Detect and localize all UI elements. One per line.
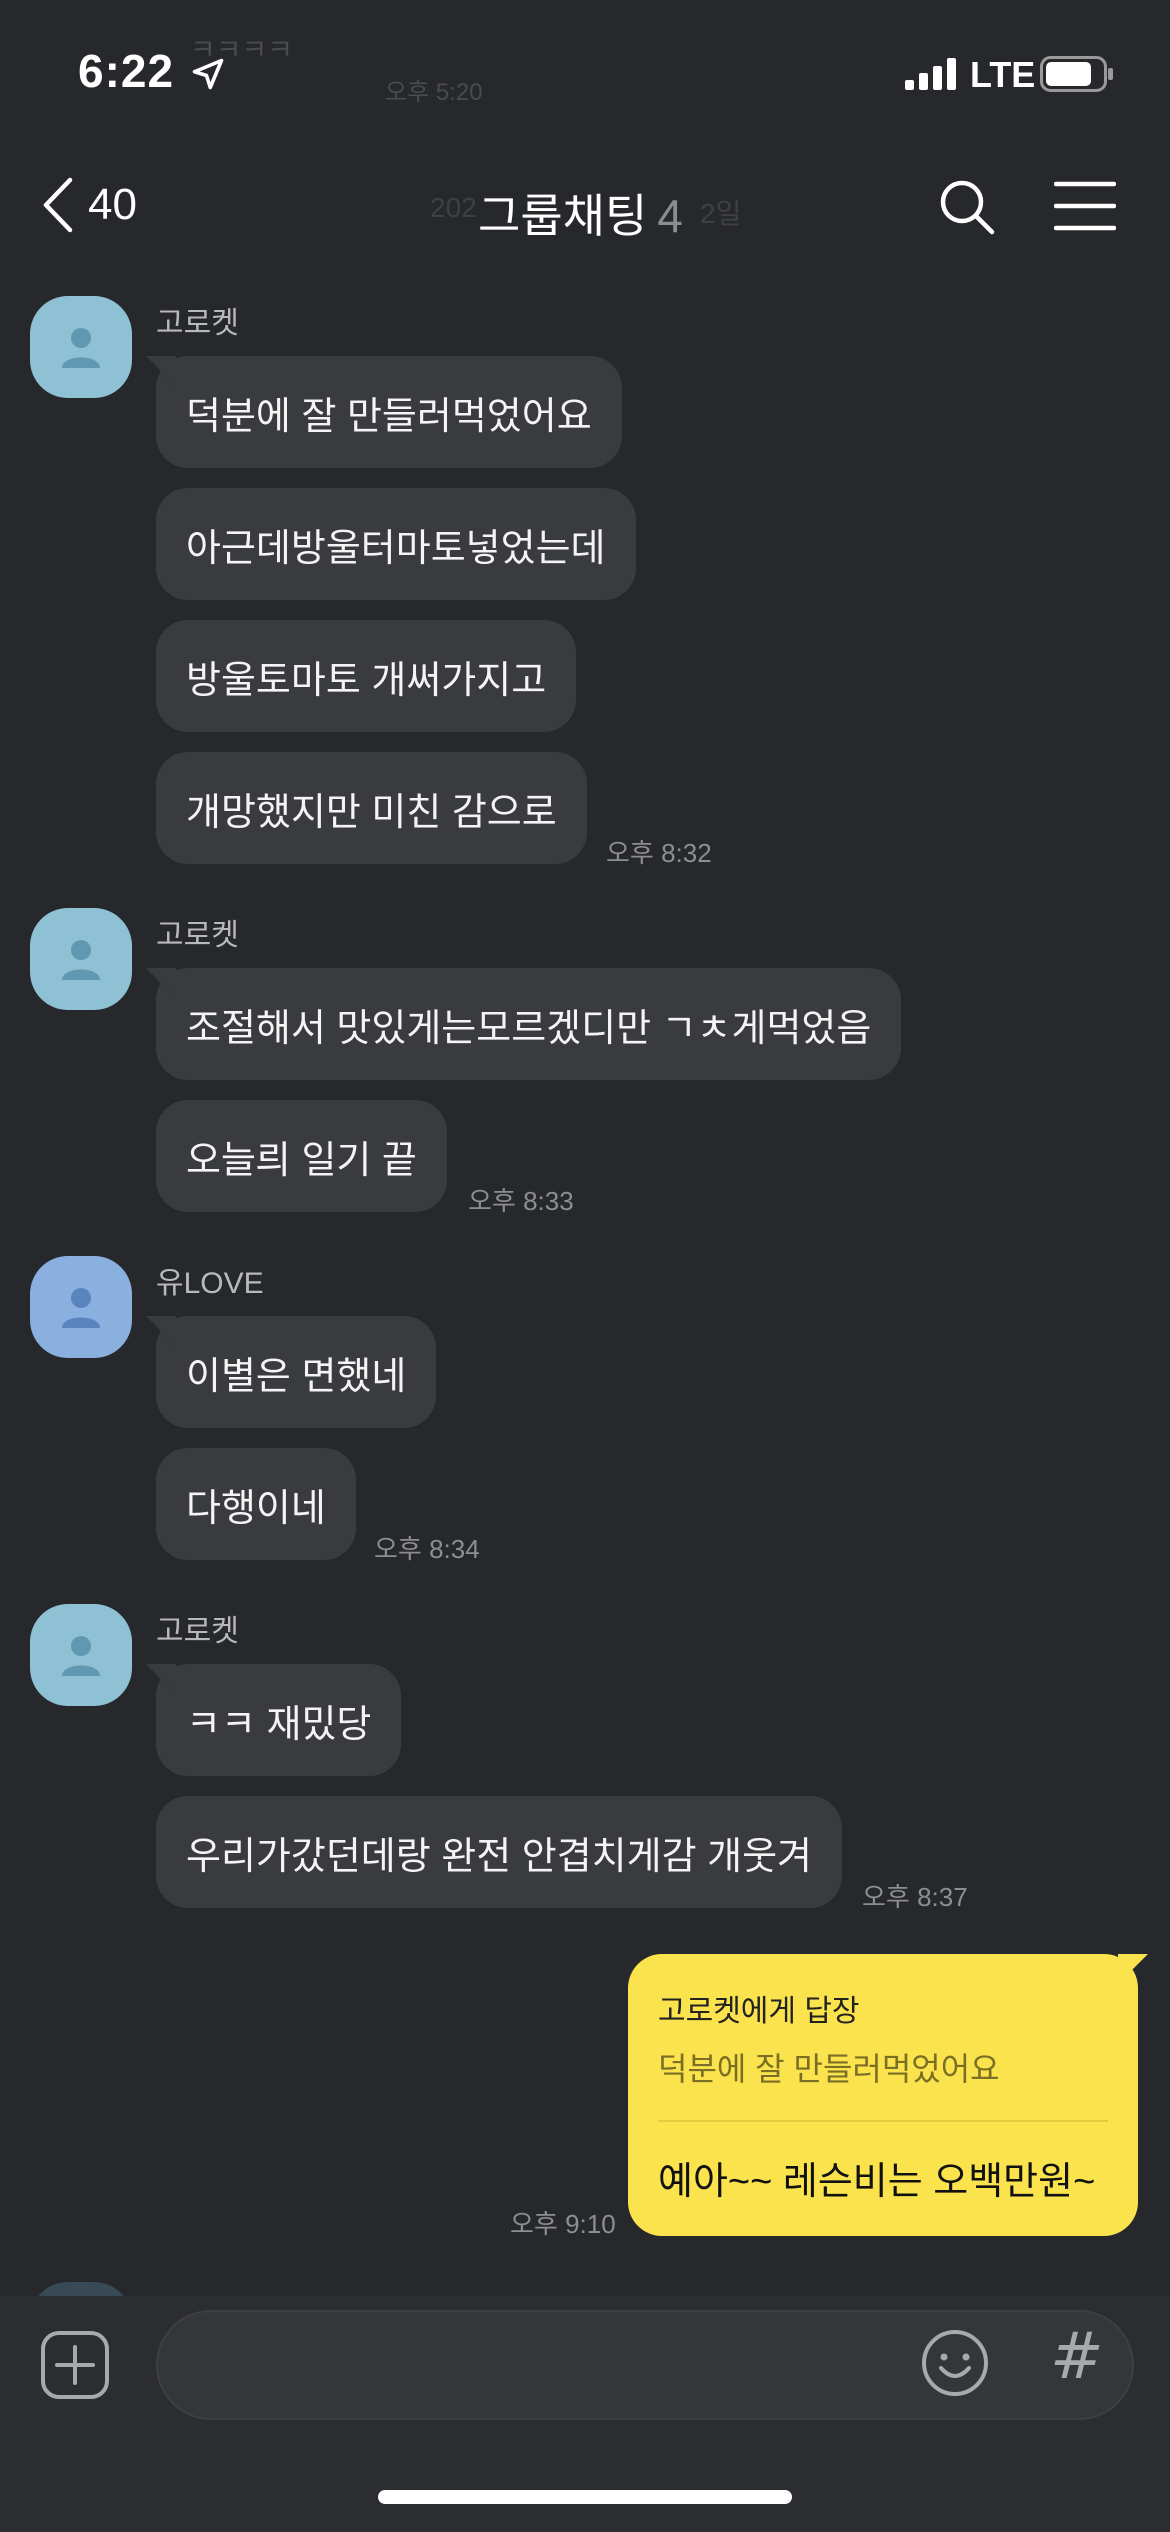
sender-name: 유LOVE xyxy=(156,1267,264,1300)
emoji-icon[interactable] xyxy=(920,2328,990,2398)
message-bubble[interactable]: 우리가갔던데랑 완전 안겹치게감 개웃겨 xyxy=(156,1796,842,1908)
message-time: 오후 8:32 xyxy=(606,838,712,868)
member-count: 4 xyxy=(657,190,683,242)
person-icon xyxy=(62,328,100,368)
message-bubble[interactable]: 오늘릐 일기 끝 xyxy=(156,1100,447,1212)
search-icon[interactable] xyxy=(938,178,996,236)
home-indicator[interactable] xyxy=(378,2490,792,2504)
avatar[interactable] xyxy=(30,908,132,1010)
person-icon xyxy=(62,1636,100,1676)
add-attachment-icon[interactable] xyxy=(40,2330,110,2400)
date-divider-ghost: 202 xyxy=(430,192,477,223)
sender-name: 고로켓 xyxy=(156,307,239,340)
location-arrow-icon xyxy=(192,58,224,90)
person-icon xyxy=(62,1288,100,1328)
chevron-left-icon xyxy=(43,177,73,233)
my-reply-bubble[interactable]: 고로켓에게 답장 덕분에 잘 만들러먹었어요 예아~~ 레슨비는 오백만원~ xyxy=(628,1954,1138,2236)
avatar[interactable] xyxy=(30,1604,132,1706)
my-message-time: 오후 9:10 xyxy=(510,2209,616,2239)
message-bubble[interactable]: 개망했지만 미친 감으로 xyxy=(156,752,587,864)
battery-icon xyxy=(1040,56,1113,92)
date-divider-ghost-right: 2일 xyxy=(700,198,742,229)
hashtag-search-button[interactable]: # xyxy=(1050,2320,1104,2394)
network-type: LTE xyxy=(970,54,1036,95)
sender-name: 고로켓 xyxy=(156,919,239,952)
avatar[interactable] xyxy=(30,1256,132,1358)
reply-divider xyxy=(658,2120,1108,2122)
unread-count: 40 xyxy=(88,180,137,229)
message-time: 오후 8:34 xyxy=(374,1534,480,1564)
person-icon xyxy=(62,940,100,980)
back-button[interactable]: 40 xyxy=(40,175,137,235)
message-bubble[interactable]: 이별은 면했네 xyxy=(156,1316,437,1428)
message-bubble[interactable]: 덕분에 잘 만들러먹었어요 xyxy=(156,356,622,468)
sender-name: 고로켓 xyxy=(156,1615,239,1648)
message-bubble[interactable]: 조절해서 맛있게는모르겠디만 ㄱㅊ게먹었음 xyxy=(156,968,902,1080)
message-time: 오후 8:37 xyxy=(862,1882,968,1912)
reply-quote[interactable]: 덕분에 잘 만들러먹었어요 xyxy=(658,2044,1108,2090)
message-bubble[interactable]: 방울토마토 개써가지고 xyxy=(156,620,577,732)
chat-title: 그룹채팅 4 xyxy=(478,180,683,246)
cellular-signal-icon xyxy=(905,58,956,90)
menu-icon[interactable] xyxy=(1054,180,1116,232)
message-bubble[interactable]: ㅋㅋ 재밌당 xyxy=(156,1664,402,1776)
message-bubble[interactable]: 아근데방울터마토넣었는데 xyxy=(156,488,636,600)
reply-text: 예아~~ 레슨비는 오백만원~ xyxy=(658,2161,1096,2203)
message-time: 오후 8:33 xyxy=(468,1186,574,1216)
reply-to-label: 고로켓에게 답장 xyxy=(658,1995,860,2028)
status-bar: 6:22 LTE xyxy=(0,0,1170,150)
chat-title-text: 그룹채팅 xyxy=(478,190,648,242)
status-time: 6:22 xyxy=(78,45,175,97)
message-bubble[interactable]: 다행이네 xyxy=(156,1448,356,1560)
avatar[interactable] xyxy=(30,296,132,398)
chat-header: 40 202 2일 그룹채팅 4 xyxy=(0,150,1170,260)
